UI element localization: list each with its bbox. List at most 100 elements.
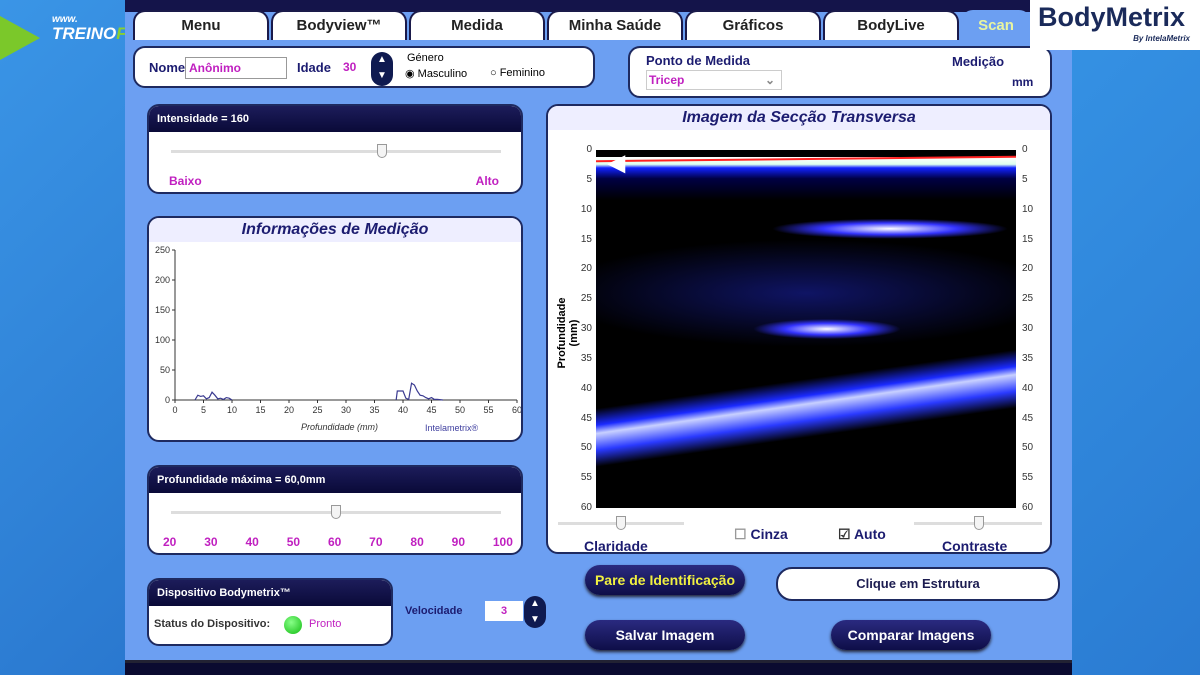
cross-section-title: Imagem da Secção Transversa [548,106,1050,130]
name-input[interactable]: Anônimo [185,57,287,79]
depth-scale-label: 100 [492,535,513,549]
depth-scale-label: 40 [245,535,259,549]
clarity-slider-thumb[interactable] [616,516,626,530]
x-tick-label: 10 [227,405,237,415]
name-label: Nome [149,60,186,75]
x-tick-label: 15 [255,405,265,415]
auto-checkbox[interactable]: ☑ Auto [838,526,886,543]
x-tick-label: 50 [455,405,465,415]
depth-tick-label: 5 [586,173,592,185]
speed-stepper[interactable]: ▲ ▼ [524,596,546,628]
measurement-unit: mm [1012,75,1034,89]
depth-scale-label: 90 [451,535,465,549]
depth-tick-label: 55 [580,472,592,484]
depth-tick-label: 50 [580,442,592,454]
auto-label: Auto [853,526,886,542]
speed-input[interactable]: 3 [485,601,523,621]
ultrasound-image[interactable]: ◀ [596,150,1016,508]
depth-tick-label: 15 [1022,233,1034,245]
max-depth-slider[interactable] [171,505,501,519]
depth-tick-label: 30 [580,323,592,334]
depth-tick-label: 10 [1022,203,1034,215]
intensity-panel: Intensidade = 160 Baixo Alto [147,104,523,194]
depth-tick-label: 25 [1022,293,1034,305]
gray-checkbox[interactable]: ☐ Cinza [734,526,788,543]
depth-scale-label: 70 [369,535,383,549]
x-tick-label: 40 [398,405,408,415]
age-stepper[interactable]: ▲ ▼ [371,52,393,86]
depth-tick-label: 10 [580,203,592,215]
contrast-slider[interactable] [914,516,1042,530]
measure-point-select[interactable]: Tricep ⌄ [646,70,782,90]
x-tick-label: 25 [312,405,322,415]
x-tick-label: 60 [512,405,522,415]
y-tick-label: 250 [155,245,170,255]
x-tick-label: 0 [172,405,177,415]
depth-tick-label: 20 [1022,263,1034,275]
clarity-slider[interactable] [558,516,684,530]
bodymetrix-window: Menu Bodyview™ Medida Minha Saúde Gráfic… [125,0,1072,675]
gender-label: Género [407,52,444,64]
max-depth-title: Profundidade máxima = 60,0mm [149,467,521,493]
max-depth-slider-thumb[interactable] [331,505,341,519]
depth-tick-label: 15 [580,233,592,245]
measurement-label: Medição [952,54,1005,69]
depth-scale-label: 50 [286,535,301,549]
tab-minha-saude[interactable]: Minha Saúde [547,10,683,40]
depth-tick-label: 40 [1022,382,1034,394]
profile-panel: Nome Anônimo Idade 30 ▲ ▼ Género ◉ Mascul… [133,46,595,88]
y-tick-label: 50 [160,365,170,375]
age-input[interactable]: 30 [333,57,371,79]
depth-tick-label: 25 [580,293,592,305]
tab-medida[interactable]: Medida [409,10,545,40]
status-bar [125,660,1072,675]
measurement-info-panel: Informações de Medição 0 50 100 150 200 250 0 5… [147,216,523,442]
tab-menu[interactable]: Menu [133,10,269,40]
intensity-slider[interactable] [171,144,501,158]
depth-axis-label: Profundidade (mm) [556,297,580,369]
depth-tick-label: 40 [580,382,592,394]
tab-bodyview[interactable]: Bodyview™ [271,10,407,40]
measurement-info-title: Informações de Medição [149,218,521,242]
measure-point-panel: Ponto de Medida Tricep ⌄ Medição mm [628,46,1052,98]
speed-label: Velocidade [405,605,463,617]
intensity-low-label: Baixo [169,174,202,188]
desktop-background: www. TREINOFOCO [0,0,165,675]
chart-xlabel: Profundidade (mm) [301,422,379,432]
contrast-label: Contraste [942,538,1008,554]
tab-graficos[interactable]: Gráficos [685,10,821,40]
depth-tick-label: 0 [586,144,592,155]
fat-boundary-line [596,155,1016,163]
contrast-slider-thumb[interactable] [974,516,984,530]
tab-scan[interactable]: Scan [961,10,1031,40]
measure-point-label: Ponto de Medida [646,53,750,68]
device-status-label: Status do Dispositivo: [154,618,271,630]
depth-tick-label: 60 [580,502,592,513]
depth-tick-label: 60 [1022,502,1034,513]
depth-tick-label: 5 [1022,173,1028,185]
save-image-button[interactable]: Salvar Imagem [585,620,745,650]
depth-tick-label: 0 [1022,144,1028,155]
x-tick-label: 30 [341,405,351,415]
depth-tick-label: 20 [580,263,592,275]
desktop-background-right [1072,0,1200,675]
depth-tick-label: 50 [1022,442,1034,454]
x-tick-label: 35 [369,405,379,415]
intensity-series-line [395,382,443,401]
stop-identification-button[interactable]: Pare de Identificação [585,565,745,595]
gender-feminino-radio[interactable]: ○ Feminino [490,67,545,79]
gender-masculino-radio[interactable]: ◉ Masculino [405,67,467,80]
device-panel: Dispositivo Bodymetrix™ Status do Dispos… [147,578,393,646]
y-tick-label: 0 [165,395,170,405]
compare-images-button[interactable]: Comparar Imagens [831,620,991,650]
x-tick-label: 55 [483,405,493,415]
depth-scale-label: 80 [410,535,424,549]
x-tick-label: 45 [426,405,436,415]
measure-point-value: Tricep [649,73,685,87]
intensity-slider-thumb[interactable] [377,144,388,158]
back-arrow-icon[interactable]: ◀ [608,150,625,176]
y-tick-label: 100 [155,335,170,345]
feminino-label: Feminino [499,67,545,79]
cross-section-panel: Imagem da Secção Transversa ◀ 0 5 10 15 20 25… [546,104,1052,554]
tab-bodylive[interactable]: BodyLive [823,10,959,40]
